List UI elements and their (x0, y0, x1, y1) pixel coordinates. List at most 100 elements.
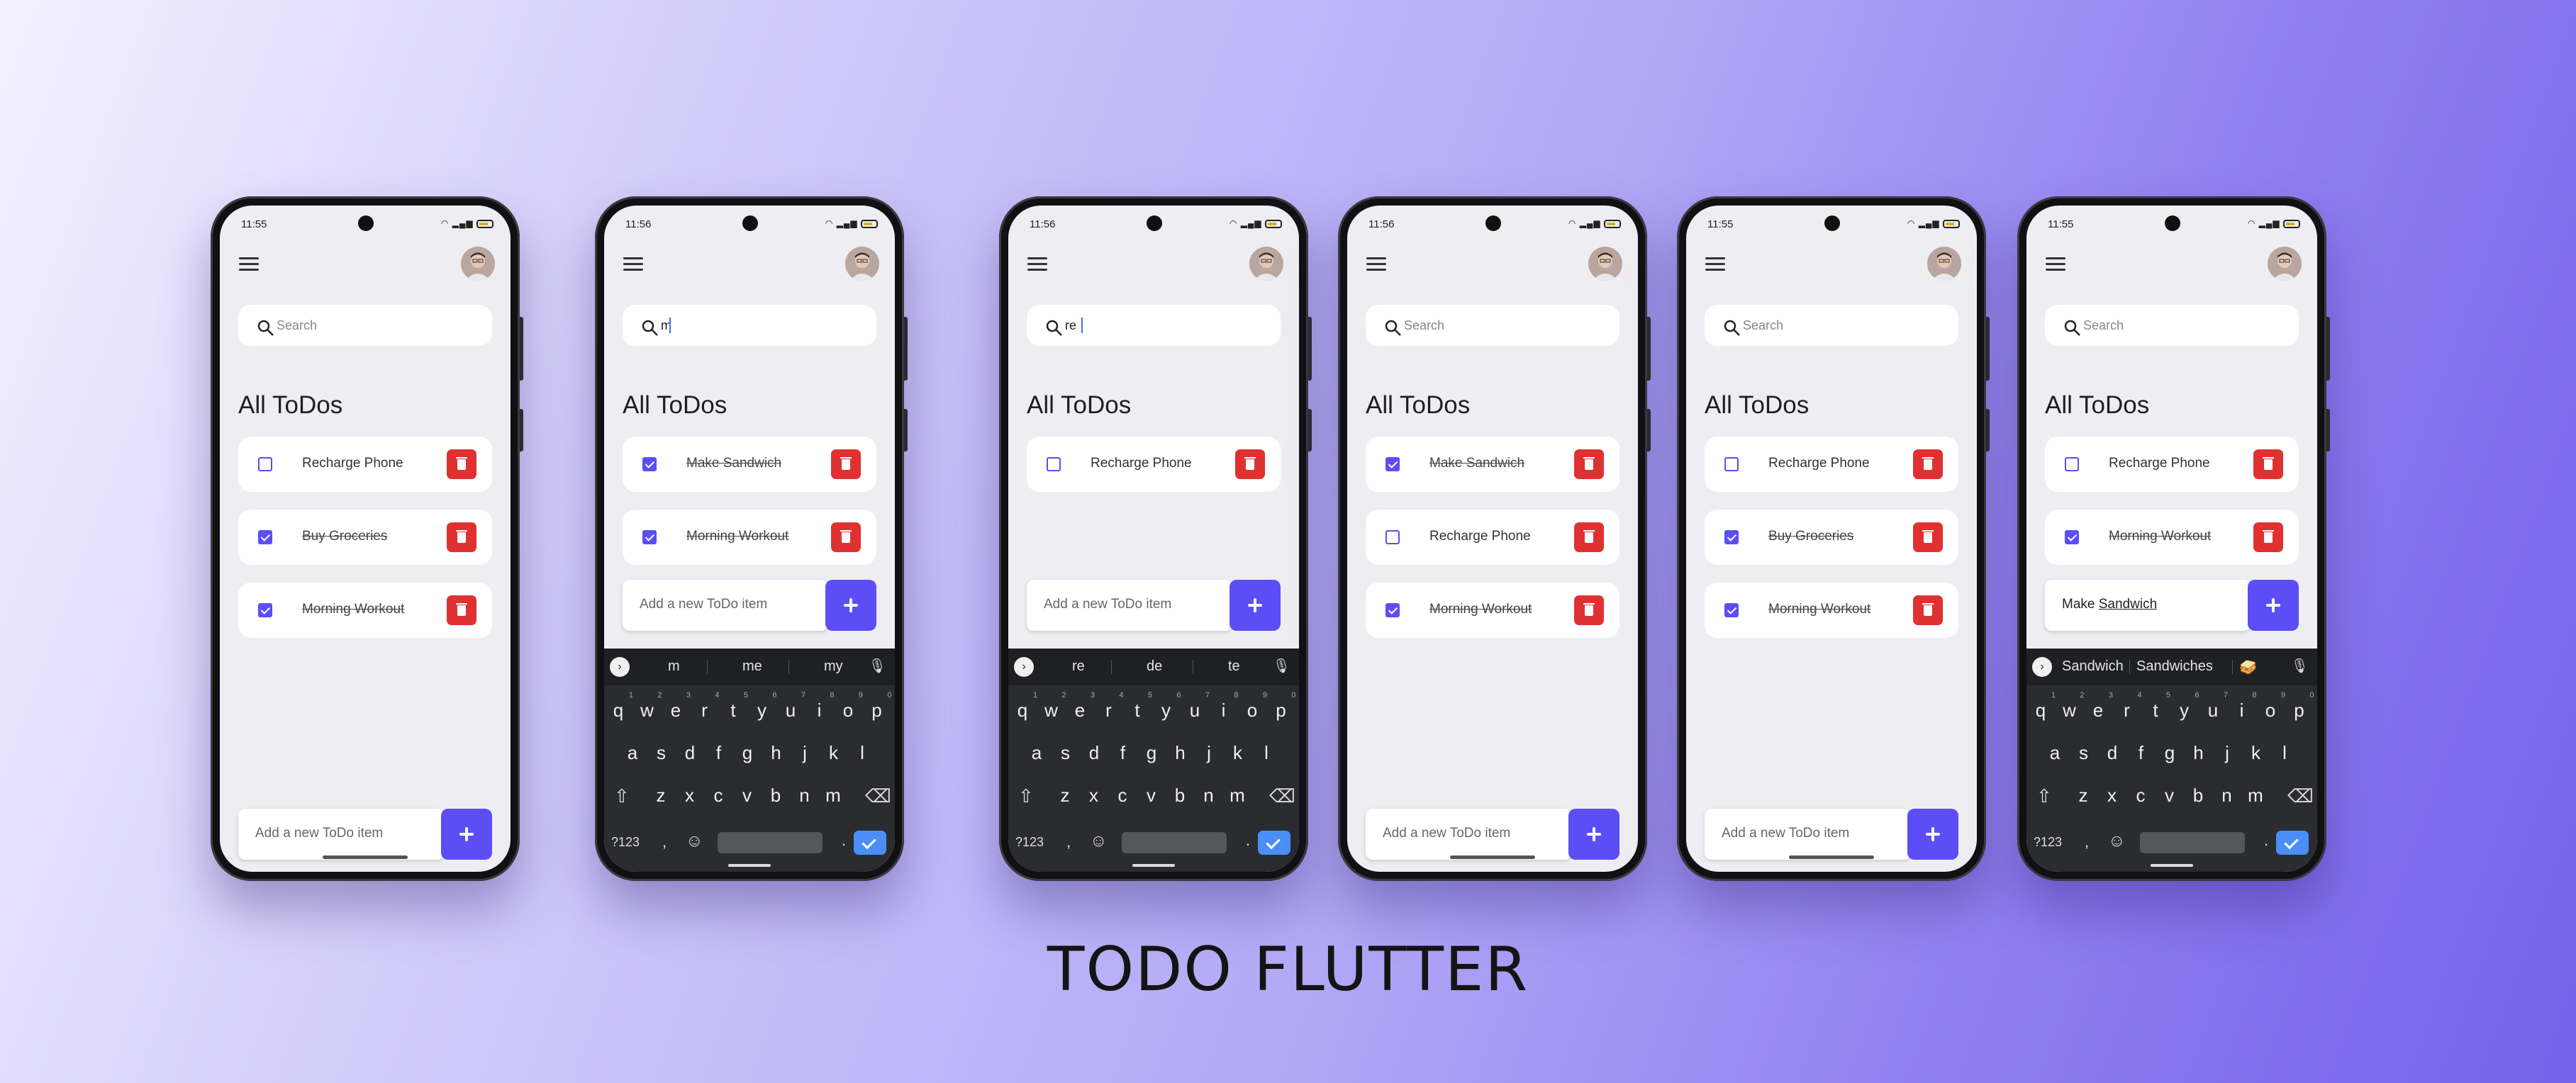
keyboard-key[interactable]: e3 (1069, 691, 1095, 722)
keyboard-key[interactable]: r4 (1098, 691, 1123, 722)
todo-checkbox[interactable] (1385, 603, 1400, 617)
keyboard-key[interactable]: q1 (2030, 691, 2056, 722)
todo-checkbox[interactable] (2065, 530, 2079, 544)
keyboard-key[interactable]: u7 (780, 691, 805, 722)
todo-checkbox[interactable] (258, 603, 272, 617)
keyboard-key[interactable]: l (2274, 742, 2295, 764)
suggestion-chip[interactable]: 🥪 (2239, 658, 2257, 676)
plus-icon[interactable] (1568, 809, 1619, 860)
menu-icon[interactable] (623, 257, 643, 271)
period-key[interactable]: . (842, 831, 846, 850)
avatar[interactable] (1249, 247, 1283, 281)
keyboard-key[interactable]: p0 (2289, 691, 2314, 722)
plus-icon[interactable] (825, 580, 876, 631)
keyboard-key[interactable]: d (2102, 742, 2123, 764)
todo-checkbox[interactable] (1385, 530, 1400, 544)
keyboard-key[interactable]: k (1227, 742, 1249, 764)
mic-icon[interactable]: 🎙 (869, 657, 886, 675)
emoji-icon[interactable]: ☺ (1090, 831, 1108, 851)
comma-key[interactable]: , (662, 833, 667, 851)
emoji-icon[interactable]: ☺ (2108, 831, 2126, 851)
todo-checkbox[interactable] (1385, 457, 1400, 471)
keyboard-key[interactable]: a (1026, 742, 1047, 764)
todo-checkbox[interactable] (1047, 457, 1061, 471)
expand-icon[interactable]: › (2032, 657, 2052, 677)
keyboard-key[interactable]: h (2188, 742, 2209, 764)
keyboard-key[interactable]: v (1141, 785, 1162, 807)
keyboard-key[interactable]: u7 (2202, 691, 2228, 722)
menu-icon[interactable] (239, 257, 259, 271)
keyboard-key[interactable]: t5 (1127, 691, 1152, 722)
keyboard-key[interactable]: x (679, 785, 701, 807)
menu-icon[interactable] (1705, 257, 1725, 271)
todo-checkbox[interactable] (642, 530, 657, 544)
comma-key[interactable]: , (2085, 833, 2089, 851)
keyboard-key[interactable]: w2 (637, 691, 662, 722)
keyboard-key[interactable]: e3 (2087, 691, 2113, 722)
keyboard-key[interactable]: s (1055, 742, 1076, 764)
trash-icon[interactable] (1235, 449, 1265, 479)
keyboard-key[interactable]: i8 (809, 691, 835, 722)
comma-key[interactable]: , (1066, 833, 1071, 851)
keyboard-key[interactable]: f (2131, 742, 2152, 764)
keyboard-key[interactable]: c (2130, 785, 2151, 807)
keyboard-key[interactable]: k (2246, 742, 2267, 764)
keyboard-key[interactable]: w2 (2059, 691, 2084, 722)
keyboard-key[interactable]: b (1169, 785, 1191, 807)
keyboard-key[interactable]: n (2217, 785, 2238, 807)
keyboard-key[interactable]: m (1227, 785, 1248, 807)
trash-icon[interactable] (447, 522, 476, 552)
keyboard-key[interactable]: q1 (608, 691, 633, 722)
trash-icon[interactable] (1574, 449, 1604, 479)
keyboard-key[interactable]: q1 (1012, 691, 1037, 722)
menu-icon[interactable] (1027, 257, 1047, 271)
keyboard-key[interactable]: d (1083, 742, 1105, 764)
trash-icon[interactable] (1574, 522, 1604, 552)
suggestion-chip[interactable]: Sandwich (2062, 658, 2124, 675)
suggestion-chip[interactable]: te (1228, 658, 1240, 675)
search-input[interactable]: Search (238, 305, 492, 346)
keyboard-key[interactable]: i8 (1213, 691, 1239, 722)
keyboard-key[interactable]: k (823, 742, 844, 764)
keyboard-key[interactable]: z (1054, 785, 1076, 807)
keyboard-key[interactable]: x (2102, 785, 2123, 807)
keyboard-key[interactable]: n (794, 785, 815, 807)
avatar[interactable] (2268, 247, 2302, 281)
expand-icon[interactable]: › (610, 657, 630, 677)
keyboard-key[interactable]: y6 (752, 691, 777, 722)
keyboard-key[interactable]: t5 (2145, 691, 2170, 722)
keyboard-key[interactable]: f (708, 742, 730, 764)
keyboard-key[interactable]: m (2245, 785, 2266, 807)
plus-icon[interactable] (1907, 809, 1958, 860)
menu-icon[interactable] (1366, 257, 1386, 271)
avatar[interactable] (461, 247, 495, 281)
keyboard-key[interactable]: f (1113, 742, 1134, 764)
shift-icon[interactable]: ⇧ (2036, 785, 2052, 807)
symbols-key[interactable]: ?123 (2034, 835, 2062, 850)
add-todo-input[interactable]: Add a new ToDo item (623, 580, 828, 631)
suggestion-chip[interactable]: de (1147, 658, 1162, 675)
keyboard-key[interactable]: g (737, 742, 758, 764)
keyboard-key[interactable]: y6 (2174, 691, 2199, 722)
keyboard-key[interactable]: e3 (665, 691, 691, 722)
trash-icon[interactable] (2253, 522, 2283, 552)
keyboard-key[interactable]: p0 (866, 691, 891, 722)
keyboard-key[interactable]: c (1112, 785, 1133, 807)
keyboard-key[interactable]: g (2159, 742, 2180, 764)
keyboard-key[interactable]: t5 (723, 691, 748, 722)
todo-checkbox[interactable] (258, 530, 272, 544)
period-key[interactable]: . (1246, 831, 1250, 850)
suggestion-chip[interactable]: me (742, 658, 762, 675)
keyboard-key[interactable]: j (2217, 742, 2238, 764)
keyboard-key[interactable]: z (650, 785, 671, 807)
keyboard-key[interactable]: o9 (2260, 691, 2285, 722)
menu-icon[interactable] (2046, 257, 2065, 271)
keyboard-key[interactable]: p0 (1271, 691, 1295, 722)
symbols-key[interactable]: ?123 (611, 835, 640, 850)
keyboard-key[interactable]: x (1083, 785, 1105, 807)
search-input[interactable]: Search (1705, 305, 1958, 346)
todo-checkbox[interactable] (1724, 603, 1739, 617)
keyboard-key[interactable]: o9 (1242, 691, 1267, 722)
symbols-key[interactable]: ?123 (1015, 835, 1044, 850)
keyboard-key[interactable]: m (823, 785, 844, 807)
